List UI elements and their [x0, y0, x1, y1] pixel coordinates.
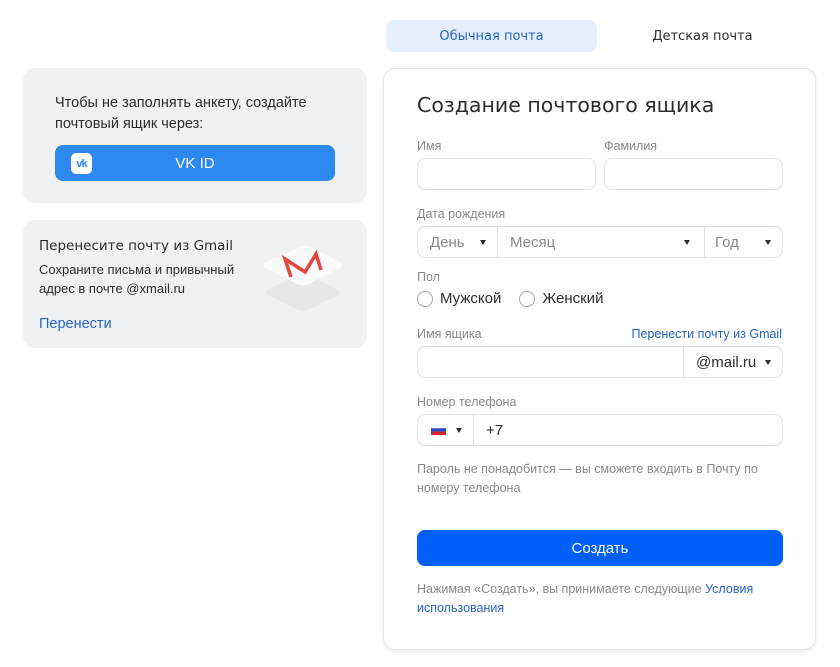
gmail-transfer-form-link[interactable]: Перенести почту из Gmail [631, 327, 782, 341]
domain-select-value: @mail.ru [696, 353, 757, 371]
mailbox-field: @mail.ru [417, 346, 783, 378]
form-title: Создание почтового ящика [417, 93, 715, 117]
first-name-field [417, 158, 596, 190]
country-select[interactable] [418, 415, 474, 445]
day-chevron-down-icon [480, 240, 486, 245]
radio-circle-icon [519, 290, 536, 307]
vk-id-button[interactable]: vk VK ID [55, 145, 335, 181]
phone-field [417, 414, 783, 446]
gmail-icon [264, 245, 342, 311]
tab-kids-mail[interactable]: Детская почта [597, 20, 808, 52]
vk-id-button-label: VK ID [175, 154, 215, 172]
year-select-value: Год [715, 233, 739, 251]
gmail-transfer-card: Перенесите почту из Gmail Сохраните пись… [23, 220, 367, 348]
phone-label: Номер телефона [417, 395, 517, 409]
first-name-input[interactable] [418, 159, 595, 189]
month-chevron-down-icon [684, 240, 690, 245]
last-name-input[interactable] [605, 159, 782, 189]
last-name-label: Фамилия [604, 139, 658, 153]
gmail-transfer-link[interactable]: Перенести [39, 316, 112, 332]
radio-circle-icon [417, 290, 433, 307]
mailbox-input[interactable] [418, 347, 683, 377]
last-name-field [604, 158, 783, 190]
gender-label: Пол [417, 270, 440, 284]
year-chevron-down-icon [765, 240, 771, 245]
password-hint: Пароль не понадобится — вы сможете входи… [417, 462, 758, 495]
year-select[interactable]: Год [705, 227, 783, 257]
tab-regular-mail[interactable]: Обычная почта [386, 20, 597, 52]
country-chevron-down-icon [456, 428, 462, 433]
first-name-label: Имя [417, 139, 442, 153]
day-select[interactable]: День [418, 227, 498, 257]
vk-logo-icon: vk [71, 153, 92, 174]
gender-female-radio[interactable]: Женский [519, 290, 603, 307]
russia-flag-icon [431, 425, 446, 435]
mail-type-tabs: Обычная почта Детская почта [386, 20, 818, 52]
birth-date-label: Дата рождения [417, 207, 506, 221]
phone-input[interactable] [474, 415, 782, 445]
month-select-value: Месяц [510, 233, 556, 251]
day-select-value: День [430, 233, 465, 251]
vk-id-card: Чтобы не заполнять анкету, создайте почт… [23, 68, 367, 203]
registration-form: Создание почтового ящика Имя Фамилия Дат… [383, 68, 816, 650]
gmail-card-description: Сохраните письма и привычный адрес в поч… [39, 262, 235, 296]
gender-radio-group: Мужской Женский [417, 290, 621, 307]
domain-select[interactable]: @mail.ru [684, 347, 783, 377]
gender-male-label: Мужской [440, 290, 502, 307]
gender-female-label: Женский [542, 290, 604, 307]
create-button[interactable]: Создать [417, 530, 783, 566]
vk-card-text: Чтобы не заполнять анкету, создайте почт… [55, 95, 307, 132]
terms-notice: Нажимая «Создать», вы принимаете следующ… [417, 580, 783, 618]
birth-date-field: День Месяц Год [417, 226, 783, 258]
domain-chevron-down-icon [765, 360, 771, 365]
mailbox-label: Имя ящика [417, 327, 482, 341]
month-select[interactable]: Месяц [498, 227, 704, 257]
terms-text: Нажимая «Создать», вы принимаете следующ… [417, 582, 706, 596]
gender-male-radio[interactable]: Мужской [417, 290, 501, 307]
